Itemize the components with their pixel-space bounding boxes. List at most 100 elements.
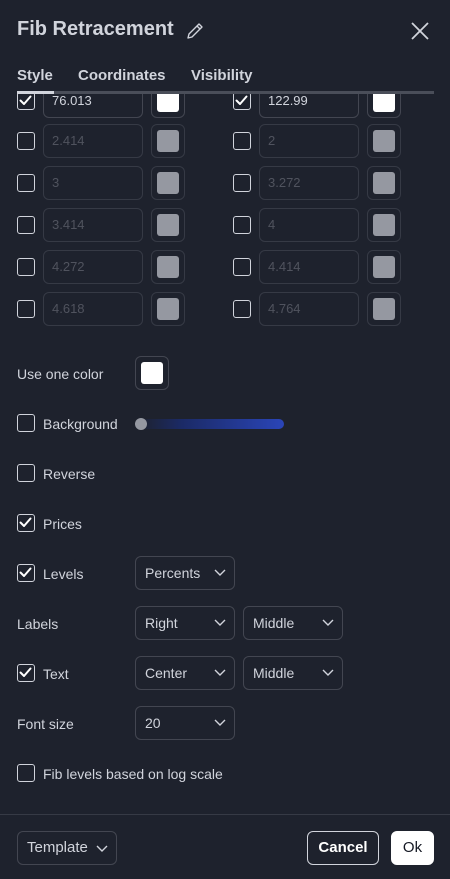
level-color-swatch-left-0[interactable] — [151, 94, 185, 118]
labels-label: Labels — [17, 616, 59, 632]
log-scale-checkbox[interactable] — [17, 764, 35, 782]
level-checkbox-left-5[interactable] — [17, 300, 35, 318]
color-fill — [373, 298, 395, 320]
prices-checkbox[interactable] — [17, 514, 35, 532]
prices-label: Prices — [43, 516, 82, 532]
level-checkbox-left-1[interactable] — [17, 132, 35, 150]
level-value-input-left-4[interactable]: 4.272 — [43, 250, 143, 284]
level-color-swatch-left-5[interactable] — [151, 292, 185, 326]
labels-vertical-select[interactable]: Middle — [243, 606, 343, 640]
footer-divider — [0, 814, 450, 815]
level-color-swatch-left-2[interactable] — [151, 166, 185, 200]
use-one-color-label: Use one color — [17, 366, 104, 382]
cancel-button[interactable]: Cancel — [307, 831, 379, 865]
level-color-swatch-right-0[interactable] — [367, 94, 401, 118]
labels-horizontal-value: Right — [145, 615, 178, 631]
labels-vertical-value: Middle — [253, 615, 295, 631]
checkmark-icon — [19, 95, 32, 105]
level-value-input-right-1[interactable]: 2 — [259, 124, 359, 158]
reverse-label: Reverse — [43, 466, 96, 482]
labels-horizontal-select[interactable]: Right — [135, 606, 235, 640]
tab-coordinates[interactable]: Coordinates — [78, 67, 166, 84]
checkmark-icon — [19, 567, 32, 577]
font-size-value: 20 — [145, 715, 161, 731]
level-value-input-right-0[interactable]: 122.99 — [259, 94, 359, 118]
level-color-swatch-right-3[interactable] — [367, 208, 401, 242]
level-checkbox-right-2[interactable] — [233, 174, 251, 192]
color-fill — [157, 172, 179, 194]
use-one-color-swatch[interactable] — [135, 356, 169, 390]
tab-active-indicator — [17, 91, 54, 94]
tab-scrollbar[interactable] — [54, 91, 434, 94]
level-value-input-left-2[interactable]: 3 — [43, 166, 143, 200]
level-color-swatch-left-4[interactable] — [151, 250, 185, 284]
color-fill — [373, 214, 395, 236]
log-scale-label: Fib levels based on log scale — [43, 766, 223, 782]
template-label: Template — [27, 839, 88, 856]
level-value-input-right-5[interactable]: 4.764 — [259, 292, 359, 326]
pencil-icon[interactable] — [184, 20, 206, 42]
close-icon[interactable] — [408, 19, 432, 43]
level-value-input-right-3[interactable]: 4 — [259, 208, 359, 242]
text-horizontal-value: Center — [145, 665, 188, 681]
level-color-swatch-left-1[interactable] — [151, 124, 185, 158]
levels-format-value: Percents — [145, 565, 201, 581]
level-value-input-left-1[interactable]: 2.414 — [43, 124, 143, 158]
level-checkbox-right-5[interactable] — [233, 300, 251, 318]
color-fill — [373, 256, 395, 278]
level-color-swatch-right-5[interactable] — [367, 292, 401, 326]
tab-visibility[interactable]: Visibility — [191, 67, 252, 84]
tab-style[interactable]: Style — [17, 67, 53, 84]
background-label: Background — [43, 416, 118, 432]
color-fill — [141, 362, 163, 384]
level-color-swatch-left-3[interactable] — [151, 208, 185, 242]
background-opacity-slider[interactable] — [138, 419, 284, 429]
color-fill — [157, 130, 179, 152]
level-checkbox-right-4[interactable] — [233, 258, 251, 276]
color-fill — [373, 172, 395, 194]
level-value-input-left-0[interactable]: 76.013 — [43, 94, 143, 118]
chevron-down-icon — [214, 719, 226, 726]
color-fill — [157, 298, 179, 320]
color-fill — [157, 256, 179, 278]
level-checkbox-left-2[interactable] — [17, 174, 35, 192]
tab-bar: Style Coordinates Visibility — [0, 62, 450, 92]
level-checkbox-left-4[interactable] — [17, 258, 35, 276]
level-value-input-right-4[interactable]: 4.414 — [259, 250, 359, 284]
ok-button[interactable]: Ok — [391, 831, 434, 865]
text-horizontal-select[interactable]: Center — [135, 656, 235, 690]
template-button[interactable]: Template — [17, 831, 117, 865]
level-checkbox-right-1[interactable] — [233, 132, 251, 150]
level-color-swatch-right-1[interactable] — [367, 124, 401, 158]
font-size-select[interactable]: 20 — [135, 706, 235, 740]
color-fill — [157, 214, 179, 236]
text-label: Text — [43, 666, 69, 682]
checkmark-icon — [235, 95, 248, 105]
chevron-down-icon — [214, 669, 226, 676]
background-checkbox[interactable] — [17, 414, 35, 432]
style-settings-panel[interactable]: 76.013 122.99 2.414 2 3 3.272 3.414 4 4.272 4.414… — [0, 94, 450, 814]
font-size-label: Font size — [17, 716, 74, 732]
level-checkbox-left-0[interactable] — [17, 94, 35, 110]
level-value-input-right-2[interactable]: 3.272 — [259, 166, 359, 200]
level-color-swatch-right-4[interactable] — [367, 250, 401, 284]
chevron-down-icon — [214, 569, 226, 576]
background-opacity-slider-handle[interactable] — [135, 418, 147, 430]
chevron-down-icon — [322, 619, 334, 626]
level-value-input-left-3[interactable]: 3.414 — [43, 208, 143, 242]
color-fill — [373, 130, 395, 152]
dialog-header: Fib Retracement — [0, 0, 450, 62]
text-vertical-select[interactable]: Middle — [243, 656, 343, 690]
color-fill — [157, 94, 179, 112]
text-vertical-value: Middle — [253, 665, 295, 681]
level-checkbox-left-3[interactable] — [17, 216, 35, 234]
levels-format-select[interactable]: Percents — [135, 556, 235, 590]
level-value-input-left-5[interactable]: 4.618 — [43, 292, 143, 326]
reverse-checkbox[interactable] — [17, 464, 35, 482]
checkmark-icon — [19, 517, 32, 527]
level-checkbox-right-0[interactable] — [233, 94, 251, 110]
text-checkbox[interactable] — [17, 664, 35, 682]
level-color-swatch-right-2[interactable] — [367, 166, 401, 200]
level-checkbox-right-3[interactable] — [233, 216, 251, 234]
levels-checkbox[interactable] — [17, 564, 35, 582]
